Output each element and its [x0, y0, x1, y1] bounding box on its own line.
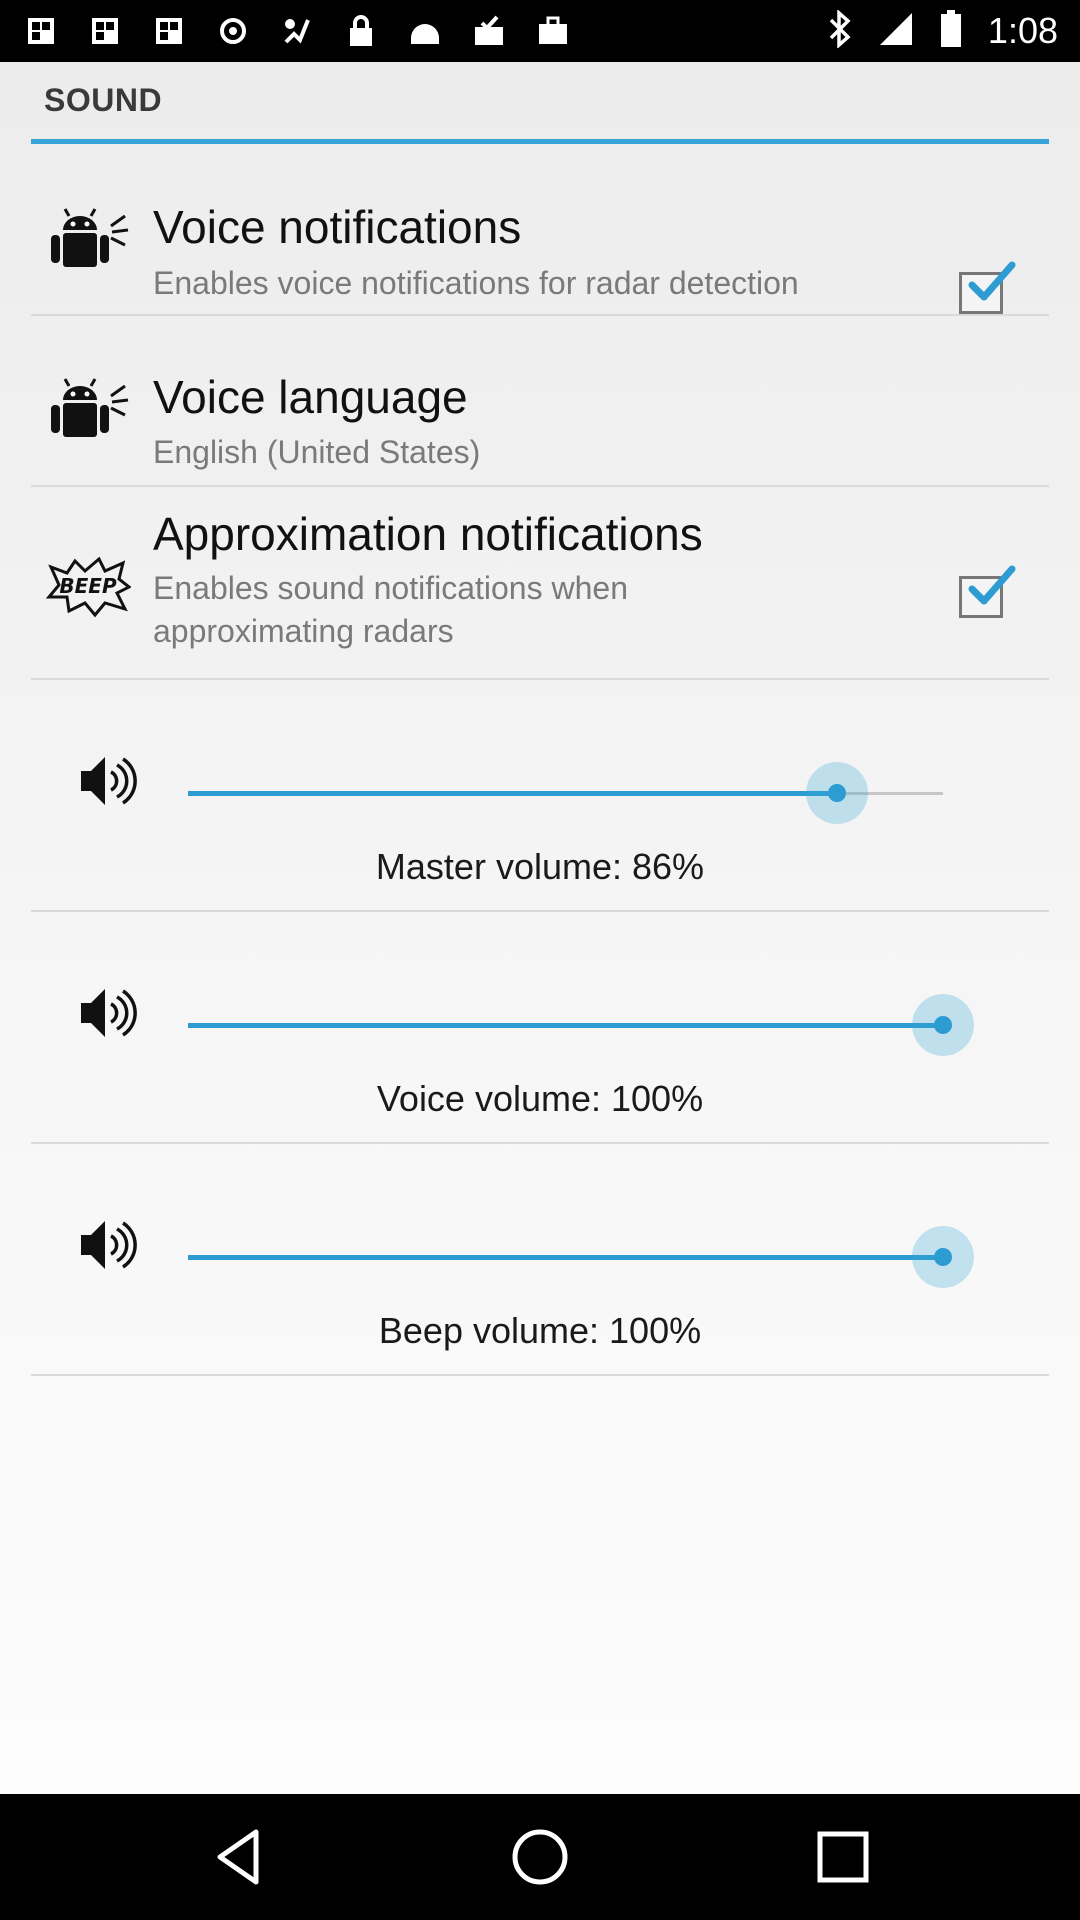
master-volume-label: Master volume: 86%	[375, 846, 705, 887]
navigation-bar	[0, 1794, 1080, 1920]
slider-thumb[interactable]	[806, 762, 868, 824]
android-speaker-icon	[45, 200, 131, 276]
master-volume-slider[interactable]	[188, 762, 943, 824]
briefcase-icon	[536, 14, 570, 48]
status-bar: 1:08	[0, 0, 1080, 62]
speaker-icon	[81, 989, 137, 1037]
setting-voice-notifications[interactable]: Voice notifications Enables voice notifi…	[31, 162, 1049, 314]
sync-icon	[216, 14, 250, 48]
beep-volume-row: Beep volume: 100%	[31, 1144, 1049, 1374]
slider-fill	[188, 1255, 943, 1260]
approximation-notifications-checkbox[interactable]	[959, 565, 1016, 618]
battery-icon	[940, 9, 962, 53]
divider	[31, 1374, 1049, 1376]
svg-text:BEEP: BEEP	[59, 574, 117, 598]
home-icon[interactable]	[505, 1822, 575, 1892]
section-divider	[31, 139, 1049, 144]
setting-title: Voice language	[153, 371, 468, 423]
speaker-icon	[81, 757, 137, 805]
voice-notifications-checkbox[interactable]	[959, 261, 1016, 314]
system-icons: 1:08	[828, 8, 1058, 54]
android-icon	[408, 14, 442, 48]
image-icon	[24, 14, 58, 48]
android-speaker-icon	[45, 370, 131, 446]
master-volume-row: Master volume: 86%	[31, 680, 1049, 910]
beep-volume-label: Beep volume: 100%	[378, 1310, 702, 1351]
clock: 1:08	[987, 10, 1058, 51]
section-title: SOUND	[44, 82, 163, 118]
slider-thumb[interactable]	[912, 1226, 974, 1288]
notification-icons	[24, 10, 570, 52]
beep-volume-slider[interactable]	[188, 1226, 974, 1288]
speaker-icon	[81, 1221, 137, 1269]
setting-subtitle: English (United States)	[153, 434, 481, 470]
setting-subtitle: Enables voice notifications for radar de…	[153, 265, 799, 301]
voice-volume-label: Voice volume: 100%	[376, 1078, 704, 1119]
recents-icon[interactable]	[808, 1822, 878, 1892]
slider-fill	[188, 791, 837, 796]
voice-volume-slider[interactable]	[188, 994, 974, 1056]
check-icon	[968, 261, 1016, 301]
setting-approximation-notifications[interactable]: BEEP Approximation notifications Enables…	[31, 487, 1049, 677]
slider-thumb[interactable]	[912, 994, 974, 1056]
setting-subtitle: Enables sound notifications when approxi…	[153, 570, 628, 649]
voice-volume-row: Voice volume: 100%	[31, 912, 1049, 1142]
image-icon	[152, 14, 186, 48]
image-icon	[88, 14, 122, 48]
inbox-check-icon	[472, 14, 506, 48]
setting-title: Voice notifications	[153, 201, 522, 253]
setting-title: Approximation notifications	[153, 508, 703, 560]
beep-icon: BEEP	[45, 553, 132, 629]
settings-screen: SOUND Voice notifications Enables voice …	[0, 62, 1080, 1794]
back-icon[interactable]	[206, 1822, 276, 1892]
check-icon	[968, 565, 1016, 605]
bluetooth-icon	[828, 8, 852, 53]
slider-fill	[188, 1023, 943, 1028]
lock-icon	[344, 14, 378, 48]
setting-voice-language[interactable]: Voice language English (United States)	[31, 316, 1049, 486]
signal-icon	[878, 11, 914, 52]
fake-gps-icon	[280, 14, 314, 48]
